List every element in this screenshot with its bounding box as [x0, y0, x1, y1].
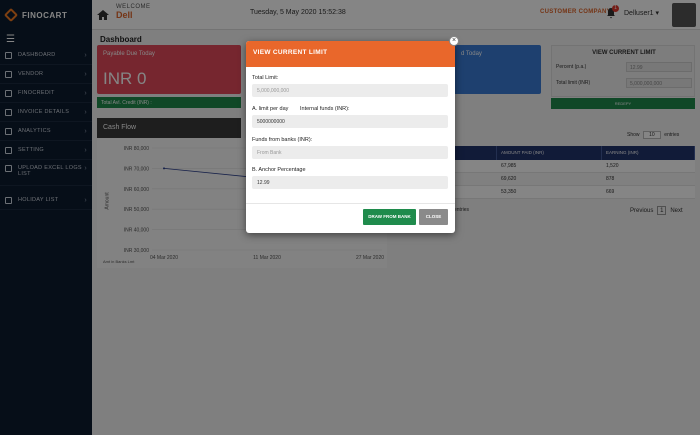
modal-title: VIEW CURRENT LIMIT: [246, 41, 455, 67]
funds-from-banks-label: Funds from banks (INR):: [252, 137, 313, 143]
view-current-limit-modal: VIEW CURRENT LIMIT Total Limit: 5,000,00…: [246, 41, 455, 233]
internal-funds-label: Internal funds (INR):: [300, 106, 350, 112]
modal-divider: [246, 203, 455, 204]
draw-from-bank-button[interactable]: DRAW FROM BANK: [363, 209, 416, 225]
anchor-percentage-label: B. Anchor Percentage: [252, 167, 306, 173]
funds-from-banks-input[interactable]: From Bank: [252, 146, 448, 159]
internal-funds-field[interactable]: 5000000000: [252, 115, 448, 128]
total-limit-field[interactable]: 5,000,000,000: [252, 84, 448, 97]
total-limit-label: Total Limit:: [252, 75, 279, 81]
close-icon[interactable]: ×: [449, 36, 459, 46]
limit-per-day-label: A. limit per day: [252, 106, 289, 112]
close-button[interactable]: CLOSE: [419, 209, 448, 225]
anchor-percentage-field[interactable]: 12.99: [252, 176, 448, 189]
